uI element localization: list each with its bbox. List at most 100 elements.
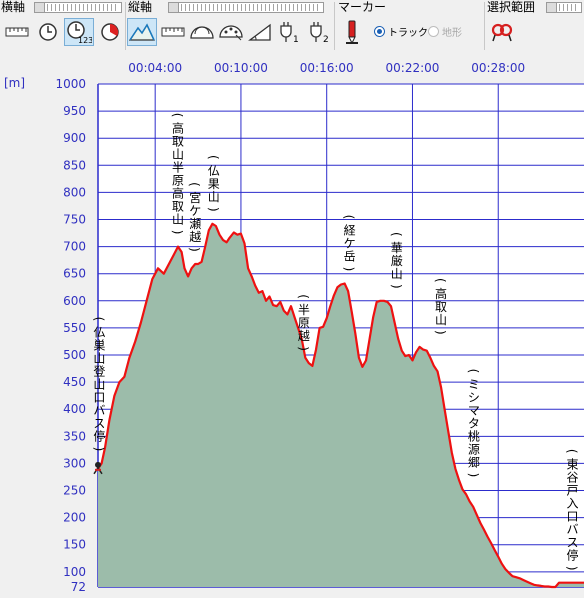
label-char: 山 — [391, 267, 403, 281]
y-axis-zoom-slider[interactable] — [168, 2, 324, 13]
label-paren-close: ) — [389, 284, 403, 289]
toolbar-separator — [334, 2, 335, 50]
marker-option-terrain-label: 地形 — [442, 28, 462, 39]
label-char: 原 — [172, 174, 184, 188]
slider-knob[interactable] — [35, 3, 45, 12]
slider-knob[interactable] — [169, 3, 179, 12]
elevation-mountain-icon — [129, 23, 155, 41]
label-char: マ — [468, 403, 480, 417]
y-tick-label: 100 — [63, 565, 86, 579]
svg-text:123: 123 — [78, 36, 92, 44]
label-char: 登 — [93, 363, 105, 378]
marker-option-track-label: トラック — [388, 28, 428, 39]
label-char: 停 — [93, 428, 105, 443]
x-tick-label: 00:22:00 — [386, 61, 440, 75]
label-char: 取 — [172, 135, 184, 149]
time-axis-button[interactable] — [33, 18, 63, 46]
waypoint-label: (華厳山) — [389, 232, 403, 289]
elapsed-time-button[interactable]: 123 — [64, 18, 94, 46]
label-paren-open: ( — [296, 294, 310, 299]
x-tick-label: 00:28:00 — [471, 61, 525, 75]
label-paren-open: ( — [389, 232, 403, 237]
distance-ruler-icon — [5, 27, 29, 37]
y-tick-label: 700 — [63, 240, 86, 254]
label-char: ミ — [468, 377, 480, 391]
power-2-button[interactable]: 2 — [304, 18, 334, 46]
ruler-button[interactable] — [158, 18, 188, 46]
label-char: 源 — [468, 442, 480, 456]
label-char: 巣 — [93, 338, 105, 352]
label-char: ケ — [344, 236, 356, 250]
y-tick-label: 550 — [63, 321, 86, 335]
pie-time-button[interactable] — [95, 18, 125, 46]
label-char: 仏 — [93, 325, 105, 339]
gauge-dots-button[interactable] — [216, 18, 246, 46]
label-char: 越 — [298, 329, 310, 343]
distance-axis-button[interactable] — [2, 18, 32, 46]
y-tick-label: 850 — [63, 158, 86, 172]
label-paren-open: ( — [342, 215, 356, 220]
y-tick-label: 250 — [63, 484, 86, 498]
radio-dot[interactable] — [374, 26, 385, 37]
label-char: 山 — [208, 190, 220, 204]
label-char: 入 — [567, 497, 579, 511]
label-char: 口 — [567, 510, 579, 524]
y-tick-label: 200 — [63, 511, 86, 525]
label-char: 果 — [208, 177, 220, 191]
y-tick-label: 150 — [63, 538, 86, 552]
pie-time-icon — [101, 23, 119, 41]
svg-text:2: 2 — [323, 35, 329, 44]
label-paren-close: ) — [92, 447, 106, 452]
clock-icon — [39, 23, 57, 41]
y-tick-label: 900 — [63, 131, 86, 145]
label-char: 山 — [172, 148, 184, 162]
radio-dot — [428, 26, 439, 37]
power-1-button[interactable]: 1 — [274, 18, 304, 46]
slider-knob[interactable] — [547, 3, 557, 12]
label-char: 戸 — [567, 484, 579, 498]
slider-ticks — [559, 4, 579, 11]
y-tick-label: 300 — [63, 456, 86, 470]
waypoint-label: (高取山) — [434, 278, 448, 335]
label-char: ス — [567, 536, 579, 550]
label-char: 口 — [93, 390, 105, 404]
label-paren-open: ( — [206, 155, 220, 160]
label-char: 越 — [189, 230, 201, 244]
waypoint-label: (半原越) — [296, 294, 310, 351]
label-char: 取 — [435, 300, 447, 314]
label-char: 高 — [172, 186, 184, 201]
label-char: 山 — [172, 213, 184, 227]
label-char: バ — [93, 403, 105, 417]
gauge-button[interactable] — [187, 18, 217, 46]
elevation-chart[interactable]: 72100 150 200 250 300 350 400 450 500 550 600 650 70… — [0, 52, 584, 598]
red-marker-icon — [346, 20, 358, 45]
waypoint-label: (ミシマタ桃源郷) — [466, 369, 480, 478]
slope-button[interactable] — [245, 18, 275, 46]
slope-triangle-icon — [248, 23, 271, 41]
label-char: 桃 — [468, 428, 480, 443]
label-char: 半 — [172, 161, 184, 175]
power-plug-2-icon: 2 — [310, 22, 329, 44]
label-char: 山 — [93, 377, 105, 391]
label-char: 谷 — [567, 471, 579, 485]
x-axis-zoom-slider[interactable] — [34, 2, 122, 13]
waypoint-label: (仏巣山登山口バス停) — [92, 317, 106, 452]
waypoint-label: (経ケ岳) — [342, 215, 356, 272]
selection-slider[interactable] — [546, 2, 582, 13]
label-paren-close: ) — [171, 230, 185, 235]
marker-option-track[interactable]: トラック — [374, 24, 428, 39]
y-tick-label: 800 — [63, 185, 86, 199]
selection-button[interactable] — [487, 18, 517, 46]
label-paren-close: ) — [565, 566, 579, 571]
y-tick-label: 1000 — [55, 77, 86, 91]
label-char: 高 — [172, 121, 184, 136]
label-paren-open: ( — [188, 182, 202, 187]
elevation-button[interactable] — [127, 18, 157, 46]
label-paren-close: ) — [434, 330, 448, 335]
y-tick-label: 350 — [63, 429, 86, 443]
label-paren-close: ) — [342, 267, 356, 272]
marker-button[interactable] — [337, 18, 367, 46]
label-char: ス — [93, 416, 105, 430]
y-tick-label: 400 — [63, 402, 86, 416]
label-char: 東 — [567, 458, 579, 472]
